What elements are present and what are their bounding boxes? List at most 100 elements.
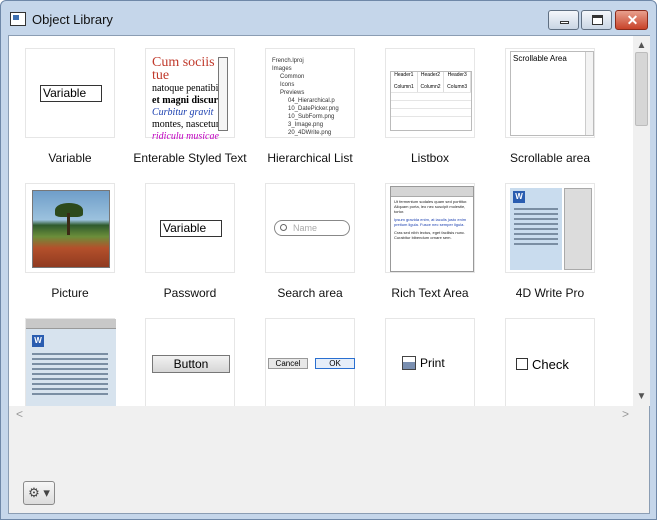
write-pro-area-preview: W (26, 319, 116, 406)
horizontal-scrollbar[interactable]: < > (9, 406, 633, 423)
scrollable-area-caption: Scrollable Area (513, 54, 567, 63)
listbox-column-row: Column1 Column2 Column3 (391, 84, 472, 92)
rich-text-preview: Ut fermentum sodales quam sed porttitor.… (390, 186, 474, 272)
tree-row: Common (280, 74, 305, 80)
tree-row: 10_DatePicker.png (288, 106, 339, 112)
object-label-enterable-styled-text: Enterable Styled Text (133, 151, 247, 165)
styled-text-preview: Cum sociis tue natoque penatibi et magni… (152, 56, 224, 143)
object-tile-search-area[interactable]: Name (265, 183, 355, 273)
write-pro-side-panel (564, 188, 592, 270)
page-edge (218, 57, 228, 131)
write-pro-area-text-lines (32, 353, 108, 398)
tree-row: 20_4DWrite.png (288, 130, 332, 136)
object-label-search-area: Search area (277, 286, 343, 300)
listbox-header: Header1 (391, 72, 418, 84)
tree-row: 10_SubForm.png (288, 114, 335, 120)
object-tile-password[interactable]: Variable (145, 183, 235, 273)
rich-text-paragraph: Cras sed nibh lectus, eget facilisis nun… (394, 230, 466, 240)
object-label-listbox: Listbox (410, 151, 450, 165)
close-button[interactable]: ✕ (615, 10, 648, 30)
gear-menu-button[interactable]: ⚙ ▾ (23, 481, 55, 505)
vertical-scroll-thumb[interactable] (635, 52, 648, 126)
styled-text-line: natoque penatibi (152, 83, 219, 94)
write-pro-preview: W (510, 188, 592, 270)
window-app-icon (10, 12, 26, 26)
search-area-preview: Name (274, 220, 350, 236)
listbox-row (391, 100, 471, 108)
scroll-down-arrow-icon[interactable]: ▼ (633, 388, 650, 405)
styled-text-line: et magni discuri (152, 95, 221, 106)
object-label-variable: Variable (48, 151, 92, 165)
print-preview: Print (402, 354, 472, 374)
write-pro-area-toolbar (26, 319, 116, 329)
rich-text-body: Ut fermentum sodales quam sed porttitor.… (391, 197, 473, 242)
listbox-column: Column1 (391, 84, 418, 92)
button-preview: Button (152, 355, 230, 373)
cancel-button-preview: Cancel (268, 358, 308, 369)
maximize-button[interactable] (581, 10, 612, 30)
write-pro-logo-icon: W (513, 191, 525, 203)
object-tile-button[interactable]: Button (145, 318, 235, 406)
listbox-header: Header3 (444, 72, 472, 84)
checkbox-icon (516, 358, 528, 370)
object-tile-enterable-styled-text[interactable]: Cum sociis tue natoque penatibi et magni… (145, 48, 235, 142)
object-tile-print[interactable]: Print (385, 318, 475, 406)
scrollable-area-scrollbar (585, 52, 593, 135)
search-icon (280, 224, 287, 231)
styled-text-line: ridiculu musicae (152, 131, 219, 142)
listbox-header: Header2 (418, 72, 445, 84)
check-caption: Check (532, 357, 569, 372)
tree-row: French.lproj (272, 58, 304, 64)
password-preview-field: Variable (160, 220, 222, 237)
minimize-button[interactable] (548, 10, 579, 30)
window-title: Object Library (32, 12, 113, 27)
object-tile-write-pro-area[interactable]: W (25, 318, 116, 406)
scroll-right-arrow-icon[interactable]: > (617, 406, 634, 423)
object-tile-ok-cancel[interactable]: Cancel OK (265, 318, 355, 406)
rich-text-paragraph: Ut fermentum sodales quam sed porttitor.… (394, 199, 468, 214)
object-tile-picture[interactable] (25, 183, 115, 273)
printer-icon (402, 356, 416, 370)
title-bar[interactable]: Object Library ✕ (1, 1, 656, 35)
object-label-password: Password (163, 286, 217, 300)
hierarchical-list-preview: French.lproj Images Common Icons Preview… (272, 57, 348, 137)
listbox-row (391, 92, 471, 100)
vertical-scrollbar[interactable]: ▲ ▼ (633, 36, 650, 406)
variable-preview-field: Variable (40, 85, 102, 102)
listbox-preview: Header1 Header2 Header3 Column1 Column2 … (390, 71, 472, 131)
client-area: Variable Variable Cum sociis tue natoque… (8, 35, 650, 514)
print-caption: Print (420, 356, 445, 370)
search-placeholder: Name (293, 223, 318, 233)
rich-text-paragraph: Ipsum gravida enim, at iaculis justo eni… (394, 217, 467, 227)
scroll-left-arrow-icon[interactable]: < (11, 406, 28, 423)
listbox-header-row: Header1 Header2 Header3 (391, 72, 472, 84)
close-icon: ✕ (626, 12, 639, 28)
maximize-icon (592, 15, 603, 25)
write-pro-document: W (510, 188, 562, 270)
listbox-row (391, 116, 471, 124)
styled-text-line: Curbitur gravit (152, 107, 214, 118)
listbox-column: Column3 (444, 84, 472, 92)
tree-row: 04_Hierarchical.p (288, 98, 335, 104)
minimize-icon (560, 21, 569, 24)
object-label-picture: Picture (51, 286, 89, 300)
object-tile-check-box[interactable]: Check (505, 318, 595, 406)
tree-row: Previews (280, 90, 305, 96)
object-tile-rich-text-area[interactable]: Ut fermentum sodales quam sed porttitor.… (385, 183, 475, 273)
object-tile-hierarchical-list[interactable]: French.lproj Images Common Icons Preview… (265, 48, 355, 138)
rich-text-toolbar (391, 187, 473, 197)
object-label-rich-text-area: Rich Text Area (391, 286, 469, 300)
object-label-scrollable-area: Scrollable area (509, 151, 591, 165)
ok-button-preview: OK (315, 358, 355, 369)
object-grid: Variable Variable Cum sociis tue natoque… (9, 36, 633, 406)
listbox-row (391, 108, 471, 116)
landscape-picture (32, 190, 110, 268)
styled-text-line: montes, nascetur (152, 119, 220, 130)
ok-cancel-preview: Cancel OK (268, 358, 356, 370)
object-tile-scrollable-area[interactable]: Scrollable Area (505, 48, 595, 138)
object-label-hierarchical-list: Hierarchical List (267, 151, 353, 165)
object-tile-4d-write-pro[interactable]: W (505, 183, 595, 273)
write-pro-text-lines (514, 208, 558, 248)
object-tile-variable[interactable]: Variable (25, 48, 115, 138)
object-tile-listbox[interactable]: Header1 Header2 Header3 Column1 Column2 … (385, 48, 475, 138)
